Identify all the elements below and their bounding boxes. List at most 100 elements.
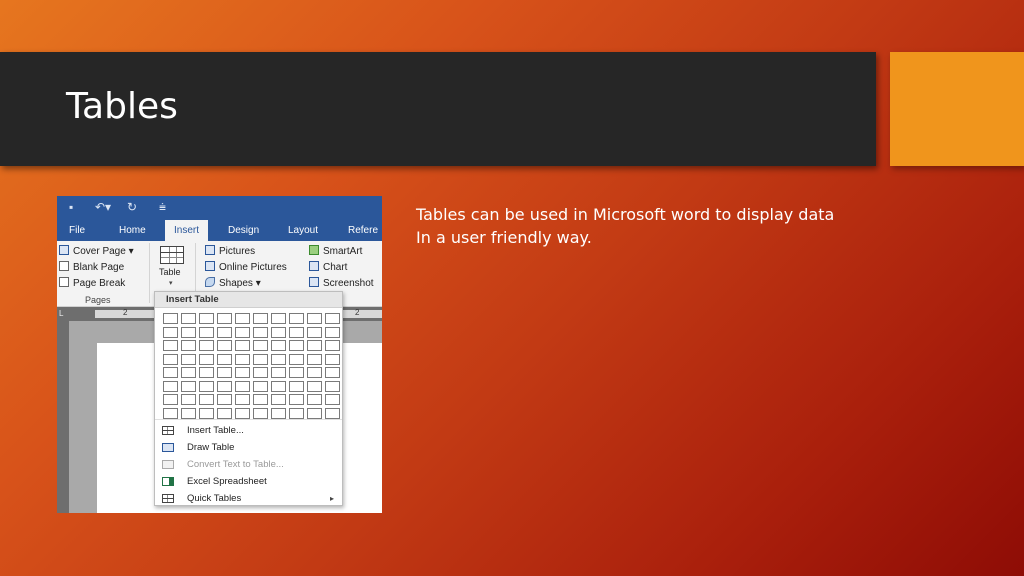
table-grid-cell[interactable] [163, 394, 178, 405]
table-grid-cell[interactable] [181, 394, 196, 405]
shapes-button[interactable]: Shapes ▾ [205, 277, 261, 291]
table-grid-cell[interactable] [289, 313, 304, 324]
table-grid-cell[interactable] [289, 367, 304, 378]
table-grid-cell[interactable] [307, 353, 322, 365]
table-grid-cell[interactable] [217, 394, 232, 405]
table-grid-cell[interactable] [253, 340, 268, 351]
redo-icon[interactable]: ↻ [127, 200, 137, 214]
table-grid-cell[interactable] [181, 326, 196, 338]
table-grid-cell[interactable] [181, 380, 196, 392]
table-grid-cell[interactable] [271, 380, 286, 392]
excel-spreadsheet-menu-item[interactable]: Excel Spreadsheet [155, 473, 342, 490]
table-grid-cell[interactable] [217, 326, 232, 338]
table-grid-cell[interactable] [253, 380, 268, 392]
table-grid-cell[interactable] [307, 340, 322, 351]
table-grid-cell[interactable] [253, 394, 268, 405]
table-button[interactable]: Table ▾ [155, 243, 189, 293]
tab-file[interactable]: File [69, 220, 85, 241]
table-grid-cell[interactable] [199, 407, 214, 419]
table-grid-cell[interactable] [235, 394, 250, 405]
table-grid-cell[interactable] [325, 326, 340, 338]
page-break-button[interactable]: Page Break [59, 277, 125, 291]
screenshot-button[interactable]: Screenshot [309, 277, 374, 291]
table-grid-cell[interactable] [235, 353, 250, 365]
table-grid-cell[interactable] [181, 340, 196, 351]
chart-button[interactable]: Chart [309, 261, 347, 275]
table-grid-cell[interactable] [307, 326, 322, 338]
table-grid-cell[interactable] [217, 353, 232, 365]
table-grid-cell[interactable] [199, 340, 214, 351]
table-grid-cell[interactable] [307, 380, 322, 392]
tab-insert[interactable]: Insert [165, 220, 209, 241]
cover-page-button[interactable]: Cover Page ▾ [59, 245, 134, 259]
table-grid-cell[interactable] [271, 407, 286, 419]
table-grid-cell[interactable] [199, 353, 214, 365]
table-grid-cell[interactable] [217, 313, 232, 324]
table-grid-cell[interactable] [163, 340, 178, 351]
table-grid-cell[interactable] [181, 407, 196, 419]
table-grid-cell[interactable] [163, 407, 178, 419]
pictures-button[interactable]: Pictures [205, 245, 255, 259]
table-grid-cell[interactable] [235, 407, 250, 419]
table-grid-cell[interactable] [325, 313, 340, 324]
table-grid-cell[interactable] [199, 394, 214, 405]
table-grid-cell[interactable] [271, 326, 286, 338]
table-grid-cell[interactable] [307, 394, 322, 405]
table-grid-cell[interactable] [325, 407, 340, 419]
tab-references[interactable]: Refere [348, 220, 378, 241]
table-grid-cell[interactable] [325, 340, 340, 351]
table-grid-cell[interactable] [181, 353, 196, 365]
table-grid-cell[interactable] [253, 313, 268, 324]
table-grid-cell[interactable] [199, 326, 214, 338]
smartart-button[interactable]: SmartArt [309, 245, 362, 259]
table-grid-cell[interactable] [253, 407, 268, 419]
table-grid-cell[interactable] [181, 367, 196, 378]
table-grid-cell[interactable] [271, 313, 286, 324]
table-grid-cell[interactable] [289, 353, 304, 365]
customize-icon[interactable]: ⩧ [159, 200, 166, 215]
table-grid-cell[interactable] [235, 326, 250, 338]
table-grid-cell[interactable] [163, 326, 178, 338]
table-grid-cell[interactable] [199, 313, 214, 324]
tab-design[interactable]: Design [228, 220, 259, 241]
table-grid-cell[interactable] [217, 407, 232, 419]
undo-icon[interactable]: ↶▾ [95, 200, 111, 214]
table-grid-cell[interactable] [307, 313, 322, 324]
table-grid-cell[interactable] [199, 367, 214, 378]
table-grid-cell[interactable] [325, 394, 340, 405]
table-grid-cell[interactable] [289, 380, 304, 392]
table-grid-cell[interactable] [163, 367, 178, 378]
save-icon[interactable]: ▪ [69, 200, 73, 214]
tab-selector[interactable]: L [59, 309, 63, 318]
draw-table-menu-item[interactable]: Draw Table [155, 439, 342, 456]
table-grid-cell[interactable] [307, 407, 322, 419]
table-grid-cell[interactable] [163, 380, 178, 392]
table-grid-cell[interactable] [235, 367, 250, 378]
table-grid-cell[interactable] [325, 367, 340, 378]
table-grid-cell[interactable] [271, 340, 286, 351]
online-pictures-button[interactable]: Online Pictures [205, 261, 287, 275]
table-grid-cell[interactable] [163, 313, 178, 324]
table-grid-cell[interactable] [253, 353, 268, 365]
tab-layout[interactable]: Layout [288, 220, 318, 241]
table-grid-cell[interactable] [271, 394, 286, 405]
table-grid-cell[interactable] [307, 367, 322, 378]
table-grid-cell[interactable] [181, 313, 196, 324]
table-grid-cell[interactable] [289, 407, 304, 419]
table-grid-cell[interactable] [289, 326, 304, 338]
table-grid-cell[interactable] [235, 340, 250, 351]
table-grid-cell[interactable] [271, 353, 286, 365]
table-grid-cell[interactable] [325, 353, 340, 365]
table-grid-cell[interactable] [217, 380, 232, 392]
table-size-grid[interactable] [163, 313, 341, 419]
table-grid-cell[interactable] [253, 326, 268, 338]
table-grid-cell[interactable] [163, 353, 178, 365]
table-grid-cell[interactable] [235, 313, 250, 324]
table-grid-cell[interactable] [271, 367, 286, 378]
table-grid-cell[interactable] [289, 394, 304, 405]
table-grid-cell[interactable] [235, 380, 250, 392]
blank-page-button[interactable]: Blank Page [59, 261, 124, 275]
table-grid-cell[interactable] [217, 367, 232, 378]
table-grid-cell[interactable] [289, 340, 304, 351]
insert-table-menu-item[interactable]: Insert Table... [155, 422, 342, 439]
